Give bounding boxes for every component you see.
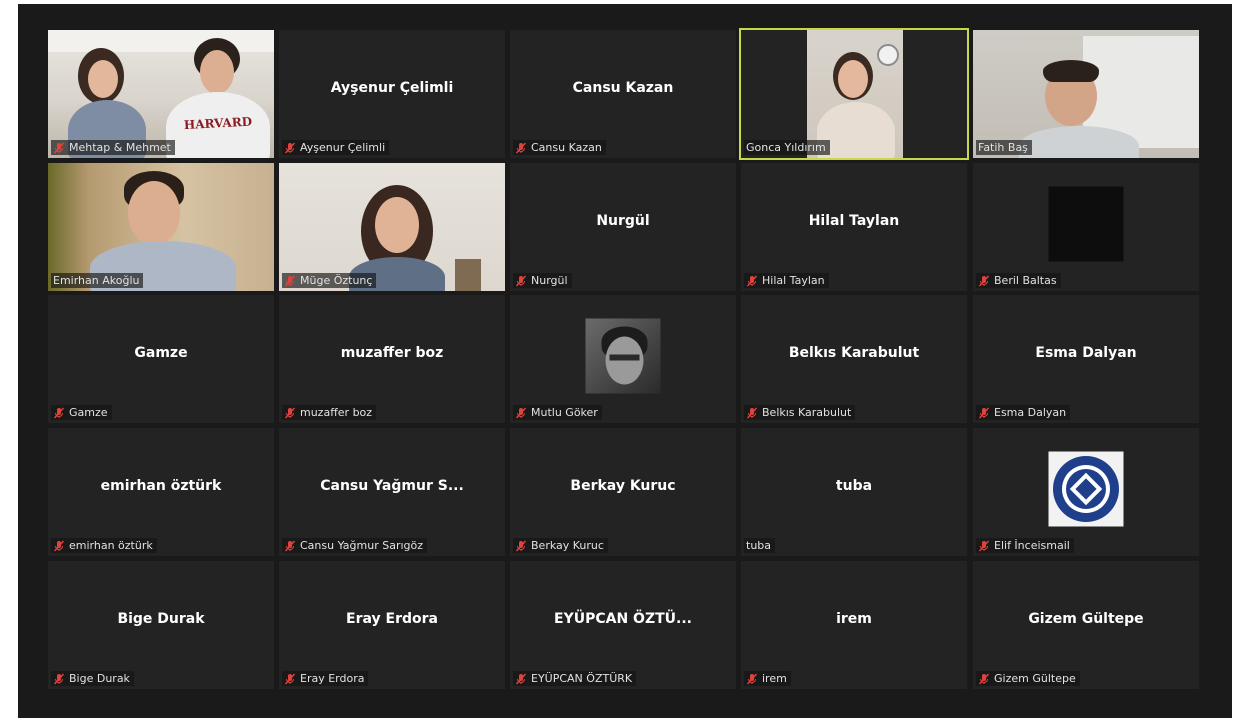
participant-name-label: emirhan öztürk (51, 538, 157, 553)
profile-picture-university-logo (1048, 451, 1124, 527)
participant-tile[interactable]: EYÜPCAN ÖZTÜ... EYÜPCAN ÖZTÜRK (510, 561, 736, 689)
participant-tile[interactable]: Bige Durak Bige Durak (48, 561, 274, 689)
participant-name-label: Cansu Yağmur Sarıgöz (282, 538, 428, 553)
participant-name-label: Beril Baltas (976, 273, 1061, 288)
participant-name-label: Elif İnceismail (976, 538, 1074, 553)
participant-tile[interactable]: muzaffer boz muzaffer boz (279, 295, 505, 423)
participant-display-name: Eray Erdora (346, 611, 438, 627)
meeting-gallery-view: HARVARD Mehtap & Mehmet Ayşenur Çelimli … (18, 4, 1232, 718)
mic-muted-icon (515, 407, 527, 418)
participant-tile[interactable]: Belkıs Karabulut Belkıs Karabulut (741, 295, 967, 423)
mic-muted-icon (284, 407, 296, 418)
participant-name-label: EYÜPCAN ÖZTÜRK (513, 671, 637, 686)
university-seal-icon (1053, 456, 1119, 522)
participant-video (973, 30, 1199, 158)
mic-muted-icon (746, 275, 758, 286)
participant-name-label: Belkıs Karabulut (744, 405, 856, 420)
participant-name-label: Esma Dalyan (976, 405, 1071, 420)
participant-display-name: Cansu Kazan (572, 80, 674, 96)
participant-name-label: Cansu Kazan (513, 140, 606, 155)
participant-name-label: Gonca Yıldırım (744, 140, 830, 155)
participant-display-name: Belkıs Karabulut (788, 345, 920, 361)
participant-display-name: Cansu Yağmur S... (320, 478, 464, 494)
participant-display-name: Berkay Kuruc (570, 478, 676, 494)
mic-muted-icon (515, 275, 527, 286)
participant-tile[interactable]: Mutlu Göker (510, 295, 736, 423)
participant-video (279, 163, 505, 291)
participant-tile[interactable]: Nurgül Nurgül (510, 163, 736, 291)
participant-display-name: Esma Dalyan (1035, 345, 1137, 361)
participant-tile[interactable]: Fatih Baş (973, 30, 1199, 158)
participant-tile[interactable]: Emirhan Akoğlu (48, 163, 274, 291)
participant-display-name: emirhan öztürk (100, 478, 222, 494)
mic-muted-icon (978, 540, 990, 551)
participant-display-name: muzaffer boz (340, 345, 444, 361)
mic-muted-icon (746, 407, 758, 418)
participant-display-name: Nurgül (596, 213, 650, 229)
profile-picture-photo (585, 318, 661, 394)
participant-tile-active-speaker[interactable]: Gonca Yıldırım (739, 28, 969, 160)
participant-name-label: Berkay Kuruc (513, 538, 608, 553)
mic-muted-icon (284, 673, 296, 684)
mic-muted-icon (284, 142, 296, 153)
participant-name-label: Fatih Baş (976, 140, 1032, 155)
participant-tile[interactable]: emirhan öztürk emirhan öztürk (48, 428, 274, 556)
participant-tile[interactable]: Gizem Gültepe Gizem Gültepe (973, 561, 1199, 689)
participant-name-label: Gizem Gültepe (976, 671, 1080, 686)
mic-muted-icon (284, 275, 296, 286)
participant-tile[interactable]: Elif İnceismail (973, 428, 1199, 556)
participant-display-name: EYÜPCAN ÖZTÜ... (554, 611, 692, 627)
participant-name-label: Müge Öztunç (282, 273, 377, 288)
participant-display-name: Hilal Taylan (808, 213, 900, 229)
participant-tile[interactable]: HARVARD Mehtap & Mehmet (48, 30, 274, 158)
participant-display-name: tuba (835, 478, 873, 494)
participant-tile[interactable]: Esma Dalyan Esma Dalyan (973, 295, 1199, 423)
participant-video: HARVARD (48, 30, 274, 158)
participant-tile[interactable]: Beril Baltas (973, 163, 1199, 291)
mic-muted-icon (746, 673, 758, 684)
participant-name-label: Gamze (51, 405, 112, 420)
participant-tile[interactable]: tuba tuba (741, 428, 967, 556)
participant-tile[interactable]: Ayşenur Çelimli Ayşenur Çelimli (279, 30, 505, 158)
mic-muted-icon (515, 673, 527, 684)
participant-display-name: Bige Durak (117, 611, 205, 627)
participant-name-label: Mehtap & Mehmet (51, 140, 175, 155)
participant-name-label: irem (744, 671, 791, 686)
mic-muted-icon (978, 673, 990, 684)
participant-tile[interactable]: Cansu Kazan Cansu Kazan (510, 30, 736, 158)
participant-name-label: tuba (744, 538, 776, 553)
mic-muted-icon (515, 142, 527, 153)
mic-muted-icon (53, 673, 65, 684)
participant-display-name: Gamze (134, 345, 188, 361)
mic-muted-icon (53, 142, 65, 153)
participant-tile[interactable]: Müge Öztunç (279, 163, 505, 291)
participant-name-label: Bige Durak (51, 671, 134, 686)
mic-muted-icon (53, 540, 65, 551)
participant-display-name: Ayşenur Çelimli (330, 80, 454, 96)
participant-name-label: Nurgül (513, 273, 572, 288)
participant-display-name: irem (836, 611, 872, 627)
profile-picture-black (1048, 186, 1124, 262)
participant-tile[interactable]: irem irem (741, 561, 967, 689)
participant-tile[interactable]: Berkay Kuruc Berkay Kuruc (510, 428, 736, 556)
participant-tile[interactable]: Cansu Yağmur S... Cansu Yağmur Sarıgöz (279, 428, 505, 556)
participant-name-label: Mutlu Göker (513, 405, 602, 420)
participant-tile[interactable]: Eray Erdora Eray Erdora (279, 561, 505, 689)
mic-muted-icon (284, 540, 296, 551)
participant-tile[interactable]: Gamze Gamze (48, 295, 274, 423)
mic-muted-icon (978, 275, 990, 286)
participant-name-label: Emirhan Akoğlu (51, 273, 144, 288)
participant-name-label: muzaffer boz (282, 405, 377, 420)
participant-video (48, 163, 274, 291)
mic-muted-icon (515, 540, 527, 551)
mic-muted-icon (53, 407, 65, 418)
participant-display-name: Gizem Gültepe (1028, 611, 1144, 627)
participant-name-label: Ayşenur Çelimli (282, 140, 390, 155)
participant-tile[interactable]: Hilal Taylan Hilal Taylan (741, 163, 967, 291)
participant-video (807, 30, 903, 158)
participant-name-label: Eray Erdora (282, 671, 369, 686)
mic-muted-icon (978, 407, 990, 418)
participant-name-label: Hilal Taylan (744, 273, 829, 288)
